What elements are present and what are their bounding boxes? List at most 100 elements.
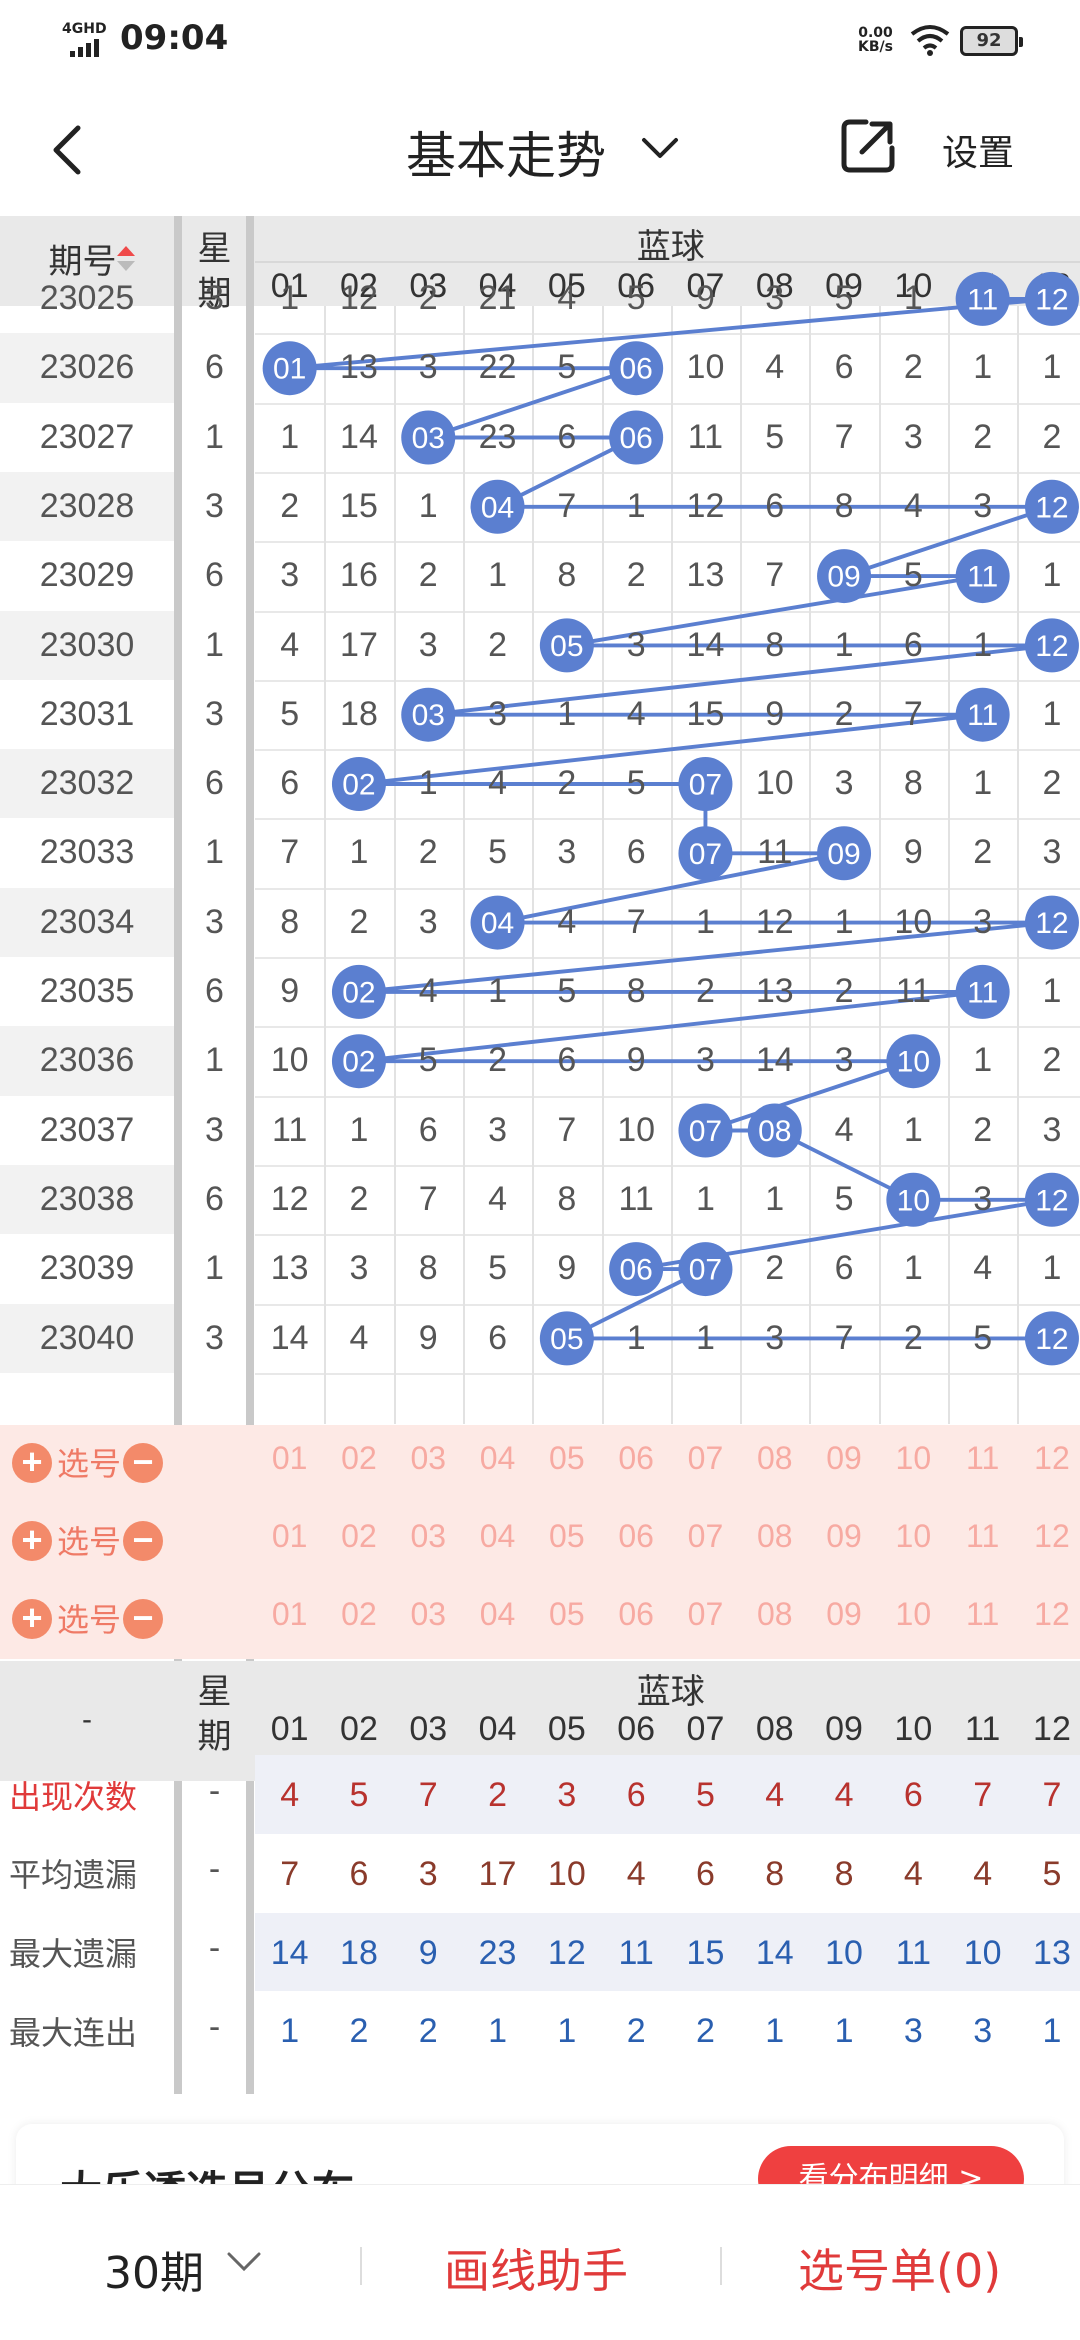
miss-count: 3 xyxy=(418,625,438,664)
select-number[interactable]: 09 xyxy=(809,1518,878,1555)
select-number[interactable]: 01 xyxy=(255,1596,324,1633)
ball-number: 07 xyxy=(689,838,722,871)
miss-count: 3 xyxy=(280,556,300,595)
select-number[interactable]: 07 xyxy=(671,1440,740,1477)
select-number[interactable]: 09 xyxy=(809,1440,878,1477)
ball-number: 11 xyxy=(967,976,998,1009)
select-number[interactable]: 04 xyxy=(463,1596,532,1633)
select-number[interactable]: 03 xyxy=(394,1440,463,1477)
stats-value: 23 xyxy=(478,1933,517,1972)
select-number[interactable]: 06 xyxy=(602,1596,671,1633)
stats-value: 4 xyxy=(903,1854,923,1893)
miss-count: 1 xyxy=(834,625,854,664)
ball-number: 04 xyxy=(481,491,514,524)
select-number[interactable]: 11 xyxy=(948,1596,1017,1633)
chevron-down-icon[interactable] xyxy=(640,136,680,160)
stats-value: 1 xyxy=(1042,2012,1062,2051)
select-number[interactable]: 10 xyxy=(879,1440,948,1477)
back-icon[interactable] xyxy=(40,120,100,180)
miss-count: 1 xyxy=(1042,1249,1062,1288)
miss-count: 14 xyxy=(270,1318,309,1357)
miss-count: 3 xyxy=(765,279,785,317)
miss-count: 6 xyxy=(280,764,300,803)
nav-bar: 基本走势 设置 xyxy=(0,80,1080,216)
select-number[interactable]: 10 xyxy=(879,1596,948,1633)
column-header: 03 xyxy=(409,1710,448,1748)
chevron-down-icon[interactable] xyxy=(226,2251,262,2273)
miss-count: 18 xyxy=(340,694,378,733)
select-number[interactable]: 05 xyxy=(532,1518,601,1555)
select-number[interactable]: 04 xyxy=(463,1518,532,1555)
miss-count: 7 xyxy=(626,902,646,941)
settings-button[interactable]: 设置 xyxy=(942,124,1014,176)
miss-count: 5 xyxy=(557,348,577,387)
share-icon[interactable] xyxy=(838,116,898,176)
ball-number: 06 xyxy=(619,353,652,386)
miss-count: 1 xyxy=(488,556,507,595)
select-number[interactable]: 02 xyxy=(324,1596,393,1633)
select-number[interactable]: 08 xyxy=(740,1440,809,1477)
select-number[interactable]: 03 xyxy=(394,1518,463,1555)
stats-value: 2 xyxy=(626,2012,646,2051)
miss-count: 2 xyxy=(418,279,438,317)
add-icon[interactable]: + xyxy=(12,1599,52,1639)
miss-count: 1 xyxy=(626,1318,646,1357)
select-number[interactable]: 08 xyxy=(740,1596,809,1633)
select-number[interactable]: 02 xyxy=(324,1440,393,1477)
miss-count: 11 xyxy=(757,833,793,872)
stats-value: 2 xyxy=(695,2012,715,2051)
remove-icon[interactable]: − xyxy=(123,1599,163,1639)
miss-count: 2 xyxy=(626,556,646,595)
miss-count: 1 xyxy=(695,1179,715,1218)
select-number[interactable]: 01 xyxy=(255,1518,324,1555)
select-number[interactable]: 12 xyxy=(1017,1518,1080,1555)
miss-count: 5 xyxy=(488,1249,507,1288)
stats-value: 14 xyxy=(755,1933,794,1972)
selection-list-button[interactable]: 选号单(0) xyxy=(798,2235,1001,2301)
miss-count: 2 xyxy=(418,833,438,872)
period-selector[interactable]: 30期 xyxy=(104,2237,204,2301)
stats-label: 出现次数 xyxy=(9,1778,138,1815)
page-title[interactable]: 基本走势 xyxy=(406,116,606,188)
select-number[interactable]: 12 xyxy=(1017,1596,1080,1633)
remove-icon[interactable]: − xyxy=(123,1521,163,1561)
select-number[interactable]: 05 xyxy=(532,1596,601,1633)
select-number[interactable]: 05 xyxy=(532,1440,601,1477)
select-number[interactable]: 07 xyxy=(671,1518,740,1555)
add-icon[interactable]: + xyxy=(12,1443,52,1483)
select-number[interactable]: 12 xyxy=(1017,1440,1080,1477)
miss-count: 2 xyxy=(695,972,715,1010)
remove-icon[interactable]: − xyxy=(123,1443,163,1483)
select-number[interactable]: 11 xyxy=(948,1440,1017,1477)
miss-count: 7 xyxy=(280,833,300,872)
select-number[interactable]: 08 xyxy=(740,1518,809,1555)
miss-count: 3 xyxy=(488,1110,507,1149)
select-number[interactable]: 06 xyxy=(602,1440,671,1477)
select-number[interactable]: 07 xyxy=(671,1596,740,1633)
stats-value: 1 xyxy=(557,2012,577,2051)
ball-number: 09 xyxy=(827,561,860,594)
column-header: 06 xyxy=(617,1710,656,1748)
miss-count: 14 xyxy=(686,625,725,664)
miss-count: 9 xyxy=(695,279,715,317)
column-header: 09 xyxy=(825,1710,863,1748)
miss-count: 4 xyxy=(349,1318,369,1357)
add-icon[interactable]: + xyxy=(12,1521,52,1561)
select-number[interactable]: 11 xyxy=(948,1518,1017,1555)
select-number[interactable]: 02 xyxy=(324,1518,393,1555)
select-number[interactable]: 03 xyxy=(394,1596,463,1633)
select-number[interactable]: 09 xyxy=(809,1596,878,1633)
miss-count: 8 xyxy=(418,1249,438,1288)
stats-corner: - xyxy=(82,1702,92,1736)
select-number[interactable]: 10 xyxy=(879,1518,948,1555)
battery-icon: 92 xyxy=(960,26,1023,56)
miss-count: 9 xyxy=(280,972,300,1010)
select-number[interactable]: 01 xyxy=(255,1440,324,1477)
stats-value: 2 xyxy=(349,2012,369,2051)
miss-count: 10 xyxy=(270,1041,309,1080)
drawing-helper-button[interactable]: 画线助手 xyxy=(444,2235,628,2301)
select-number[interactable]: 06 xyxy=(602,1518,671,1555)
select-number[interactable]: 04 xyxy=(463,1440,532,1477)
miss-count: 3 xyxy=(418,902,438,941)
miss-count: 7 xyxy=(557,486,577,525)
